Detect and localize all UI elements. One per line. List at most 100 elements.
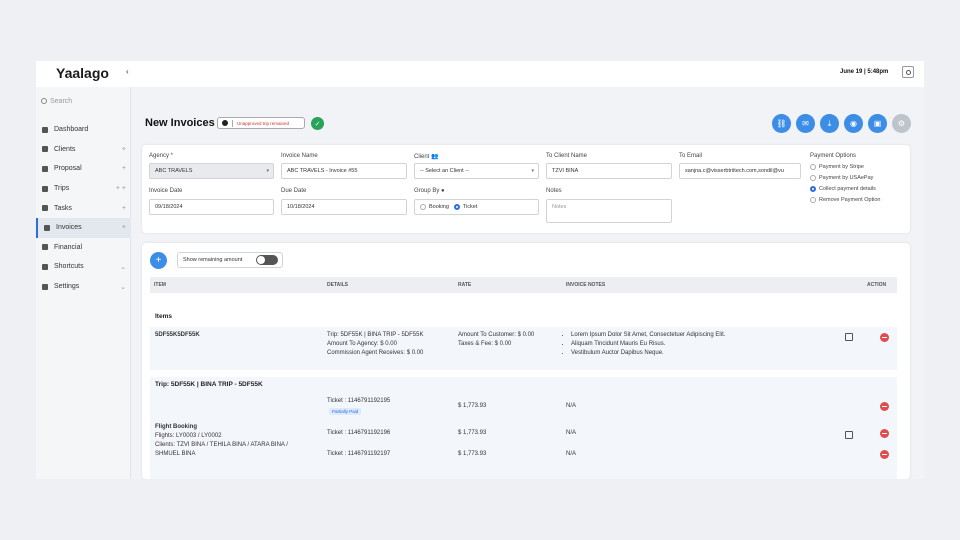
search-input[interactable]: Search (41, 94, 126, 108)
payment-option-label: Remove Payment Option (819, 197, 881, 203)
payment-option-usaepay[interactable]: Payment by USAePay (810, 175, 873, 181)
delete-icon[interactable] (880, 402, 889, 411)
notes-placeholder: Notes (552, 204, 567, 210)
column-header: RATE (458, 282, 472, 288)
settings-icon (42, 283, 48, 290)
save-icon[interactable]: ▣ (868, 114, 887, 133)
delete-icon[interactable] (880, 429, 889, 438)
edit-icon[interactable] (845, 333, 853, 341)
add-icon[interactable]: + (122, 224, 126, 231)
sidebar-item-label: Dashboard (54, 126, 89, 134)
radio-button[interactable] (810, 164, 816, 170)
client-label: Client 👥 (414, 153, 439, 160)
mail-icon[interactable]: ✉ (796, 114, 815, 133)
sidebar-item-shortcuts[interactable]: Shortcuts ⌄ (36, 257, 131, 277)
radio-button[interactable] (810, 186, 816, 192)
agency-value: ABC TRAVELS (155, 168, 193, 174)
group-by-label: Group By ● (414, 188, 445, 194)
main-content: New Invoices Unapproved trip remained ✓ … (131, 87, 924, 479)
radio-ticket-label: Ticket (462, 204, 478, 210)
add-item-button[interactable]: + (150, 252, 167, 269)
sidebar-item-label: Shortcuts (54, 263, 84, 271)
invoice-date-label: Invoice Date (149, 188, 183, 194)
add-icon[interactable]: + (122, 146, 126, 153)
table-row: 5DF55K5DF55K Trip: 5DF55K | BINA TRIP - … (150, 327, 897, 370)
chevron-down-icon[interactable]: ⌄ (120, 283, 126, 291)
chevron-down-icon[interactable]: ⌄ (120, 263, 126, 271)
trip-group: Trip: 5DF55K | BINA TRIP - 5DF55K Flight… (150, 377, 897, 479)
sidebar-item-dashboard[interactable]: Dashboard (36, 120, 131, 140)
agency-select[interactable]: ABC TRAVELS ▾ (149, 163, 274, 179)
item-code: 5DF55K5DF55K (155, 332, 200, 338)
chevron-left-icon[interactable]: ‹ (126, 67, 129, 76)
note-line: Vestibulum Auctor Dapibus Neque. (571, 349, 725, 358)
column-header: DETAILS (327, 282, 349, 288)
clients-icon (42, 146, 48, 153)
user-icon[interactable] (902, 66, 914, 78)
download-icon[interactable]: ⤓ (820, 114, 839, 133)
due-date-label: Due Date (281, 188, 307, 194)
trip-section-label: Trip: 5DF55K | BINA TRIP - 5DF55K (155, 381, 263, 388)
client-select[interactable]: -- Select an Client -- ▾ (414, 163, 539, 179)
sidebar-item-invoices[interactable]: Invoices + (36, 217, 131, 238)
shortcuts-icon (42, 263, 48, 270)
payment-option-collect[interactable]: Collect payment details (810, 186, 876, 192)
add-icon[interactable]: + + (116, 185, 126, 192)
add-icon[interactable]: + (122, 205, 126, 212)
add-client-icon[interactable]: 👥 (431, 154, 438, 160)
radio-button[interactable] (810, 197, 816, 203)
ticket-note: N/A (566, 451, 577, 457)
group-by-label-text: Group By (414, 188, 440, 194)
invoice-name-label: Invoice Name (281, 153, 318, 159)
sidebar-item-tasks[interactable]: Tasks + (36, 198, 131, 218)
link-icon[interactable]: ⛓ (772, 114, 791, 133)
sidebar-nav: Dashboard Clients + Proposal + Trips + + Ta… (36, 120, 131, 296)
edit-icon[interactable] (845, 431, 853, 439)
radio-ticket[interactable] (453, 204, 460, 210)
settings-icon[interactable]: ⚙ (892, 114, 911, 133)
sidebar-item-clients[interactable]: Clients + (36, 140, 131, 160)
to-client-label: To Client Name (546, 153, 588, 159)
radio-button[interactable] (810, 175, 816, 181)
status-text: Unapproved trip remained (237, 120, 290, 126)
flight-numbers: Flights: LY0003 / LY0002 (155, 433, 222, 439)
due-date-input[interactable]: 10/18/2024 (281, 199, 407, 215)
item-rate: Amount To Customer: $ 0.00 Taxes & Fee: … (458, 331, 534, 349)
eye-icon[interactable]: ◉ (844, 114, 863, 133)
payment-option-label: Collect payment details (819, 186, 876, 192)
show-remaining-toggle[interactable]: Show remaining amount (177, 252, 283, 268)
toggle-label: Show remaining amount (183, 257, 243, 263)
delete-icon[interactable] (880, 333, 889, 342)
sidebar-item-financial[interactable]: Financial (36, 238, 131, 258)
invoice-date-input[interactable]: 09/18/2024 (149, 199, 274, 215)
app-window: Yaalago ‹ June 19 | 5:48pm Search Dashbo… (36, 61, 924, 479)
chevron-down-icon: ▾ (531, 168, 534, 174)
financial-icon (42, 244, 48, 251)
sidebar-item-settings[interactable]: Settings ⌄ (36, 277, 131, 297)
delete-icon[interactable] (880, 450, 889, 459)
flight-clients: Clients: TZVI BINA / TEHILA BINA / ATARA… (155, 442, 288, 448)
ticket-rate: $ 1,773.93 (458, 403, 487, 409)
notes-textarea[interactable]: Notes (546, 199, 672, 223)
sidebar-item-label: Invoices (56, 224, 82, 232)
sidebar-item-proposal[interactable]: Proposal + (36, 159, 131, 179)
chevron-down-icon: ▾ (266, 168, 269, 174)
ticket-id: Ticket : 1146791192195 (327, 398, 391, 404)
add-icon[interactable]: + (122, 165, 126, 172)
invoice-name-input[interactable]: ABC TRAVELS - Invoice #55 (281, 163, 407, 179)
payment-option-stripe[interactable]: Payment by Stripe (810, 164, 864, 170)
to-email-input[interactable]: sanjna.c@visserbtriitech.com,sondil@vu (679, 163, 801, 179)
sidebar-item-label: Clients (54, 145, 76, 153)
radio-booking[interactable] (420, 204, 426, 210)
invoice-form: Agency * ABC TRAVELS ▾ Invoice Name ABC T… (142, 145, 910, 233)
to-client-input[interactable]: TZVI BINA (546, 163, 672, 179)
toggle-switch[interactable] (256, 255, 278, 265)
proposal-icon (42, 165, 48, 172)
brand-logo: Yaalago (56, 65, 109, 81)
sidebar-item-trips[interactable]: Trips + + (36, 179, 131, 199)
group-by-radio-group: Booking Ticket (414, 199, 539, 215)
payment-option-remove[interactable]: Remove Payment Option (810, 197, 880, 203)
approve-button[interactable]: ✓ (311, 117, 324, 130)
flight-clients-cont: SHMUEL BINA (155, 451, 196, 457)
notes-label: Notes (546, 188, 562, 194)
